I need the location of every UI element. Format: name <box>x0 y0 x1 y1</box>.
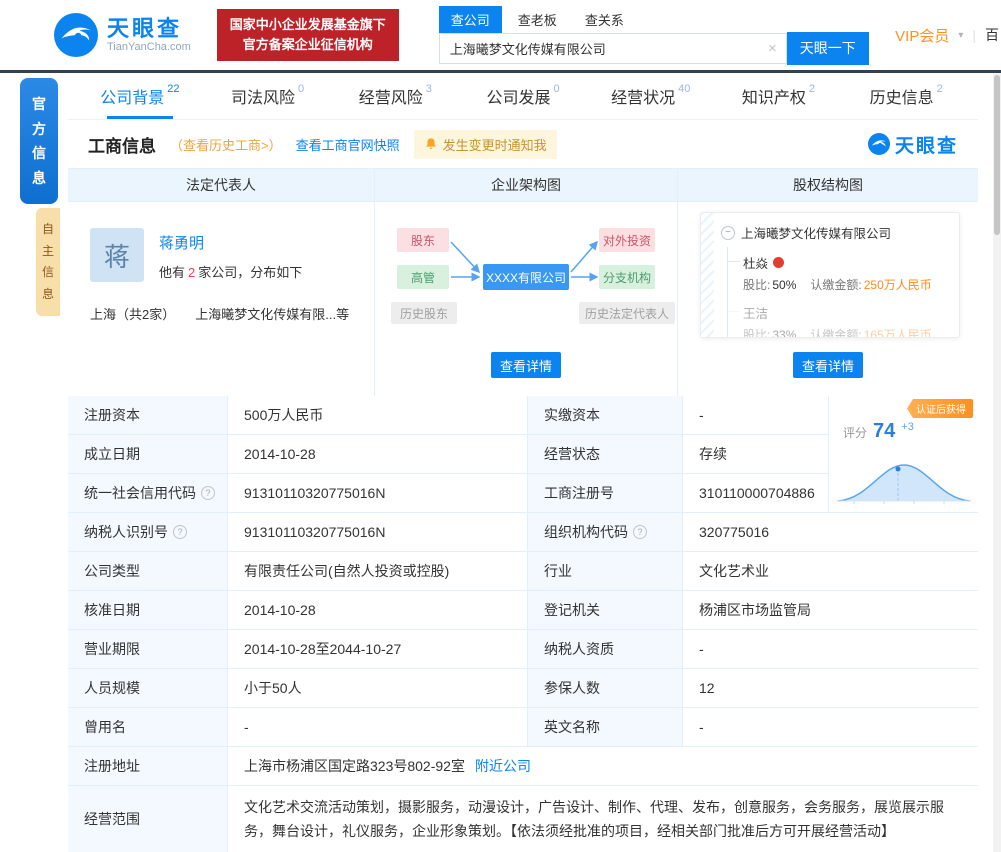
table-row: 公司类型 有限责任公司(自然人投资或控股) 行业 文化艺术业 <box>68 552 978 591</box>
node-branches[interactable]: 分支机构 <box>599 265 655 289</box>
table-row: 核准日期 2014-10-28 登记机关 杨浦区市场监管局 <box>68 591 978 630</box>
table-row: 曾用名 - 英文名称 - <box>68 708 978 747</box>
legal-rep-panel: 蒋 蒋勇明 他有 2 家公司，分布如下 上海（共2家） 上海曦梦文化传媒有限...等 <box>68 202 375 396</box>
logo-title: 天眼查 <box>107 15 183 41</box>
history-business-link[interactable]: （查看历史工商>） <box>170 135 282 154</box>
gov-certification-badge: 国家中小企业发展基金旗下 官方备案企业征信机构 <box>216 8 399 62</box>
tab-search-relation[interactable]: 查关系 <box>573 6 636 33</box>
tianyancha-logo[interactable]: 天眼查 TianYanCha.com <box>54 13 191 57</box>
holder-flag-icon <box>773 257 785 268</box>
score-label: 评分 <box>843 426 868 440</box>
equity-panel: − 上海曦梦文化传媒有限公司 杜焱 股比:50%认缴金额:250万人民币 <box>678 202 978 396</box>
table-row: 纳税人识别号? 91310110320775016N 组织机构代码? 32077… <box>68 513 978 552</box>
shareholder-list: 杜焱 股比: 50% 认缴金额: 250万人民币 王洁 股比: 33% 认缴金额: 165万… <box>727 247 951 337</box>
equity-detail-button[interactable]: 查看详情 <box>793 352 863 378</box>
tab-operating-risk[interactable]: 经营风险 3 <box>331 73 459 119</box>
legal-rep-description: 他有 2 家公司，分布如下 <box>159 265 303 280</box>
business-info-table: 认证后获得 评分 74 +3 注册资本 500万人民币 实缴资本 - 成立日期 … <box>68 396 978 852</box>
help-icon[interactable]: ? <box>173 525 187 539</box>
tab-search-boss[interactable]: 查老板 <box>506 6 569 33</box>
nearby-company-link[interactable]: 附近公司 <box>475 756 531 776</box>
company-count: 2 <box>188 265 196 280</box>
help-icon[interactable]: ? <box>633 525 647 539</box>
header-equity-structure: 股权结构图 <box>793 177 863 193</box>
score-panel: 认证后获得 评分 74 +3 <box>828 396 978 513</box>
table-row: 人员规模 小于50人 参保人数 12 <box>68 669 978 708</box>
tab-company-development[interactable]: 公司发展 0 <box>459 73 587 119</box>
bell-icon <box>425 138 436 149</box>
watermark-text: 天眼查 <box>894 135 958 157</box>
panel-bodies: 蒋 蒋勇明 他有 2 家公司，分布如下 上海（共2家） 上海曦梦文化传媒有限...等 <box>68 202 978 396</box>
search-button[interactable]: 天眼一下 <box>786 31 869 65</box>
legal-rep-name[interactable]: 蒋勇明 <box>159 232 302 253</box>
tab-judicial-risk[interactable]: 司法风险 0 <box>204 73 332 119</box>
vip-member-link[interactable]: VIP会员 <box>895 25 949 46</box>
tab-history-info[interactable]: 历史信息 2 <box>842 73 970 119</box>
chevron-down-icon: ▾ <box>958 29 964 41</box>
shareholder-item[interactable]: 王洁 股比: 33% 认缴金额: 165万人民币 <box>728 297 951 337</box>
node-company-center[interactable]: XXXX有限公司 <box>483 264 569 290</box>
search-box: × <box>438 32 787 64</box>
node-outbound-investment[interactable]: 对外投资 <box>599 228 655 252</box>
top-bar: 天眼查 TianYanCha.com 国家中小企业发展基金旗下 官方备案企业征信… <box>0 0 1001 70</box>
gov-badge-line2: 官方备案企业征信机构 <box>242 37 373 52</box>
section-title: 工商信息 <box>88 136 156 156</box>
topbar-right: VIP会员 ▾ | 百 <box>895 25 999 46</box>
company-nav-tabs: 公司背景 22 司法风险 0 经营风险 3 公司发展 0 经营状况 40 知识产权 2 历史… <box>68 73 978 120</box>
panel-headers: 法定代表人 企业架构图 股权结构图 <box>68 168 978 202</box>
tianyancha-eye-icon <box>54 13 98 57</box>
region-label: 上海（共2家） <box>90 307 176 322</box>
tianyancha-eye-icon <box>867 133 890 155</box>
org-chart-panel: 股东 高管 历史股东 XXXX有限公司 对外投资 分支机构 历史法定代表人 查看… <box>375 202 678 396</box>
table-row-business-scope: 经营范围 文化艺术交流活动策划，摄影服务，动漫设计，广告设计、制作、代理、发布，… <box>68 786 978 852</box>
node-executives[interactable]: 高管 <box>397 265 449 289</box>
company-ref-label[interactable]: 上海曦梦文化传媒有限...等 <box>195 304 349 323</box>
official-snapshot-link[interactable]: 查看工商官网快照 <box>296 135 400 154</box>
node-history-shareholders[interactable]: 历史股东 <box>391 302 457 324</box>
tab-company-background[interactable]: 公司背景 22 <box>76 73 204 119</box>
header-org-chart: 企业架构图 <box>375 169 678 201</box>
score-curve-chart <box>836 464 972 504</box>
table-row-address: 注册地址 上海市杨浦区国定路323号802-92室 附近公司 <box>68 747 978 786</box>
search-area: 查公司 查老板 查关系 × 天眼一下 <box>438 5 869 65</box>
shareholder-item[interactable]: 杜焱 股比: 50% 认缴金额: 250万人民币 <box>728 247 951 297</box>
org-chart-detail-button[interactable]: 查看详情 <box>491 352 561 378</box>
collapse-icon[interactable]: − <box>721 225 735 240</box>
change-notify-button[interactable]: 发生变更时通知我 <box>413 129 557 159</box>
scrollbar-thumb[interactable] <box>994 75 1000 235</box>
legal-rep-avatar[interactable]: 蒋 <box>90 228 144 282</box>
logo-subtitle: TianYanCha.com <box>107 41 191 54</box>
tab-intellectual-property[interactable]: 知识产权 2 <box>715 73 843 119</box>
legal-rep-distribution: 上海（共2家） 上海曦梦文化传媒有限...等 <box>90 304 354 323</box>
search-tabs: 查公司 查老板 查关系 <box>438 5 869 33</box>
equity-root-company[interactable]: − 上海曦梦文化传媒有限公司 <box>721 223 951 242</box>
tab-operating-status[interactable]: 经营状况 40 <box>587 73 715 119</box>
gov-badge-line1: 国家中小企业发展基金旗下 <box>229 16 386 32</box>
divider: | <box>972 27 976 43</box>
search-input[interactable] <box>439 40 769 56</box>
score-delta: +3 <box>901 421 914 433</box>
certified-ribbon: 认证后获得 <box>907 399 973 418</box>
header-legal-representative: 法定代表人 <box>68 169 375 201</box>
node-shareholders[interactable]: 股东 <box>397 228 449 252</box>
clear-icon[interactable]: × <box>768 40 777 57</box>
table-row: 营业期限 2014-10-28至2044-10-27 纳税人资质 - <box>68 630 978 669</box>
watermark-logo: 天眼查 <box>867 131 958 158</box>
registered-address: 上海市杨浦区国定路323号802-92室 <box>244 758 465 774</box>
help-icon[interactable]: ? <box>201 486 215 500</box>
side-tab-self-info[interactable]: 自主信息 <box>36 208 60 317</box>
tab-search-company[interactable]: 查公司 <box>438 5 502 33</box>
scrollbar-track[interactable] <box>993 73 1001 852</box>
node-history-legal-rep[interactable]: 历史法定代表人 <box>579 302 675 324</box>
business-info-section-header: 工商信息 （查看历史工商>） 查看工商官网快照 发生变更时通知我 天眼查 <box>68 120 978 168</box>
nav-link-partial[interactable]: 百 <box>985 25 999 45</box>
main-card: 公司背景 22 司法风险 0 经营风险 3 公司发展 0 经营状况 40 知识产权 2 历史… <box>68 73 978 852</box>
business-scope-text: 文化艺术交流活动策划，摄影服务，动漫设计，广告设计、制作、代理、发布，创意服务，… <box>244 799 944 840</box>
score-value: 74 <box>873 420 896 442</box>
equity-tree-box: − 上海曦梦文化传媒有限公司 杜焱 股比:50%认缴金额:250万人民币 <box>700 212 960 338</box>
equity-decor-stripes <box>701 213 714 337</box>
side-tab-official-info[interactable]: 官方信息 <box>20 78 58 204</box>
